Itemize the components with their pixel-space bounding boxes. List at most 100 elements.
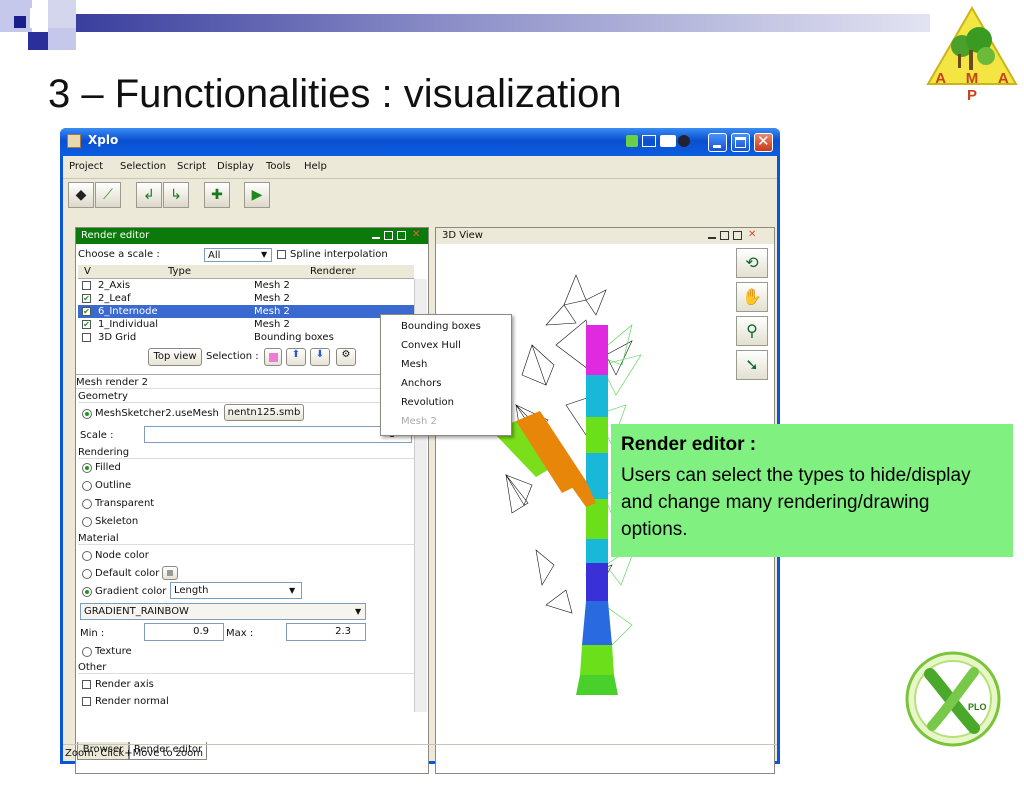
row-visible-checkbox[interactable] (82, 281, 91, 290)
popup-item[interactable]: Convex Hull (401, 340, 461, 351)
renderer-popup-menu: Bounding boxes Convex Hull Mesh Anchors Revo… (380, 314, 512, 436)
row-visible-checkbox[interactable] (82, 333, 91, 342)
rendering-option-label: Outline (95, 480, 132, 491)
texture-radio[interactable] (82, 647, 92, 657)
default-color-radio[interactable] (82, 569, 92, 579)
row-renderer[interactable]: Mesh 2 (254, 280, 290, 291)
arrow-up-icon: ⬆ (291, 349, 301, 360)
row-renderer[interactable]: Mesh 2 (254, 306, 290, 317)
rendering-radio[interactable] (82, 499, 92, 509)
menu-display[interactable]: Display (217, 161, 254, 172)
rotate-icon: ⟲ (745, 253, 759, 272)
table-row[interactable]: ✔ 2_Leaf Mesh 2 (78, 292, 414, 305)
pick-tool-button[interactable]: ⟋ (95, 182, 121, 208)
gradient-type-value: GRADIENT_RAINBOW (84, 606, 189, 617)
rendering-options: Filled Outline Transparent Skeleton (76, 461, 376, 533)
menu-selection[interactable]: Selection (120, 161, 166, 172)
panel-close-icon[interactable]: ✕ (412, 229, 420, 240)
render-axis-checkbox[interactable] (82, 680, 91, 689)
row-visible-checkbox[interactable]: ✔ (82, 320, 91, 329)
maximize-button[interactable] (731, 133, 750, 152)
restore-small-icon[interactable] (642, 135, 656, 147)
color-swatch-icon (167, 570, 173, 576)
mesh-option-label: MeshSketcher2.useMesh (95, 408, 219, 419)
top-view-button[interactable]: Top view (148, 348, 202, 366)
col-v[interactable]: V (84, 266, 91, 277)
rotate-button[interactable]: ⟲ (736, 248, 768, 278)
hand-icon: ✋ (742, 287, 762, 306)
chevron-down-icon: ▼ (289, 586, 296, 595)
undo-button[interactable]: ↲ (136, 182, 162, 208)
col-type[interactable]: Type (168, 266, 191, 277)
panel-minimize-icon[interactable] (372, 237, 380, 239)
other-label: Other (78, 662, 414, 674)
render-normal-checkbox[interactable] (82, 697, 91, 706)
gradient-color-radio[interactable] (82, 587, 92, 597)
view-detach-icon[interactable] (733, 231, 742, 240)
row-renderer[interactable]: Mesh 2 (254, 293, 290, 304)
rendering-radio[interactable] (82, 517, 92, 527)
gear-icon: ⚙ (341, 349, 351, 360)
popup-item[interactable]: Bounding boxes (401, 321, 481, 332)
node-color-label: Node color (95, 550, 149, 561)
menu-help[interactable]: Help (304, 161, 327, 172)
view-3d-header: 3D View ✕ (436, 228, 774, 244)
java-icon (67, 134, 81, 148)
view-minimize-icon[interactable] (708, 237, 716, 239)
min-field[interactable]: 0.9 (144, 623, 224, 641)
row-visible-checkbox[interactable]: ✔ (82, 294, 91, 303)
minimize-button[interactable] (708, 133, 727, 152)
gradient-select[interactable]: Length ▼ (170, 582, 302, 599)
settings-button[interactable]: ⚙ (336, 348, 356, 366)
col-renderer[interactable]: Renderer (310, 266, 356, 277)
pointer-button[interactable]: ➘ (736, 350, 768, 380)
table-row[interactable]: 3D Grid Bounding boxes (78, 331, 414, 344)
default-color-button[interactable] (162, 566, 178, 580)
menu-project[interactable]: Project (69, 161, 103, 172)
window-titlebar[interactable]: Xplo ✕ (60, 128, 780, 156)
view-close-icon[interactable]: ✕ (748, 229, 756, 240)
pointer-icon: ➘ (745, 355, 759, 374)
spline-checkbox[interactable] (277, 250, 286, 259)
popup-item[interactable]: Mesh (401, 359, 427, 370)
rendering-label: Rendering (78, 447, 414, 459)
popup-item[interactable]: Anchors (401, 378, 441, 389)
scale-select[interactable]: All ▼ (204, 248, 272, 262)
maximize-small-icon[interactable] (660, 135, 676, 147)
redo-button[interactable]: ↳ (163, 182, 189, 208)
move-down-button[interactable]: ⬇ (310, 348, 330, 366)
mesh-file-button[interactable]: nentn125.smb (224, 404, 304, 421)
minimize-icon (713, 145, 721, 148)
scale-field[interactable]: 1 (144, 426, 412, 443)
max-field[interactable]: 2.3 (286, 623, 366, 641)
pick-icon: ⟋ (103, 187, 113, 203)
mesh-radio[interactable] (82, 409, 92, 419)
row-renderer[interactable]: Bounding boxes (254, 332, 334, 343)
gradient-type-select[interactable]: GRADIENT_RAINBOW ▼ (80, 603, 366, 620)
eraser-tool-button[interactable]: ◆ (68, 182, 94, 208)
popup-item[interactable]: Revolution (401, 397, 454, 408)
settings-small-icon[interactable] (678, 135, 690, 147)
play-button[interactable]: ▶ (244, 182, 270, 208)
node-color-radio[interactable] (82, 551, 92, 561)
menu-tools[interactable]: Tools (266, 161, 291, 172)
table-row[interactable]: 2_Axis Mesh 2 (78, 279, 414, 292)
row-renderer[interactable]: Mesh 2 (254, 319, 290, 330)
table-row[interactable]: ✔ 1_Individual Mesh 2 (78, 318, 414, 331)
tree-add-button[interactable]: ✚ (204, 182, 230, 208)
rendering-option-label: Filled (95, 462, 121, 473)
zoom-button[interactable]: ⚲ (736, 316, 768, 346)
close-button[interactable]: ✕ (754, 132, 773, 152)
panel-detach-icon[interactable] (397, 231, 406, 240)
pan-button[interactable]: ✋ (736, 282, 768, 312)
menu-script[interactable]: Script (177, 161, 206, 172)
rendering-radio[interactable] (82, 463, 92, 473)
row-visible-checkbox[interactable]: ✔ (82, 307, 91, 316)
selection-color-button[interactable] (264, 348, 282, 366)
panel-maximize-icon[interactable] (384, 231, 393, 240)
rendering-radio[interactable] (82, 481, 92, 491)
bottom-tabs (75, 773, 427, 793)
table-row[interactable]: ✔ 6_Internode Mesh 2 (78, 305, 414, 318)
move-up-button[interactable]: ⬆ (286, 348, 306, 366)
view-maximize-icon[interactable] (720, 231, 729, 240)
